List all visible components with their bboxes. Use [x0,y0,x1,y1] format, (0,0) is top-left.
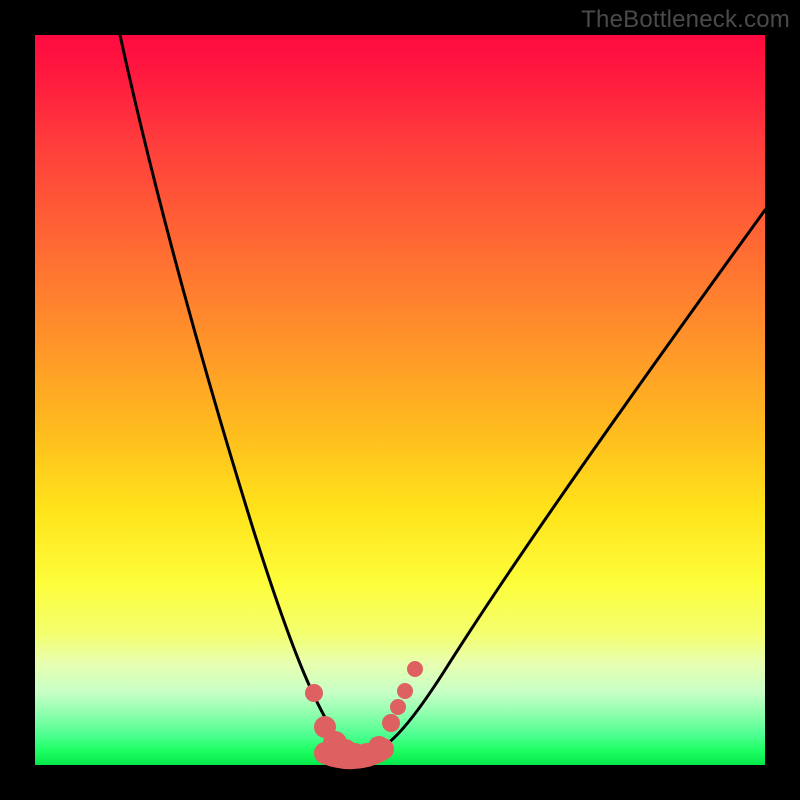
marker-dot [382,714,400,732]
curve-right [355,210,765,760]
curve-left [120,35,355,760]
marker-dot [390,699,406,715]
marker-dot [407,661,423,677]
marker-dot [305,684,323,702]
marker-dot [397,683,413,699]
watermark-text: TheBottleneck.com [581,6,790,34]
chart-svg [35,35,765,765]
marker-dot [368,736,390,758]
chart-frame: TheBottleneck.com [0,0,800,800]
